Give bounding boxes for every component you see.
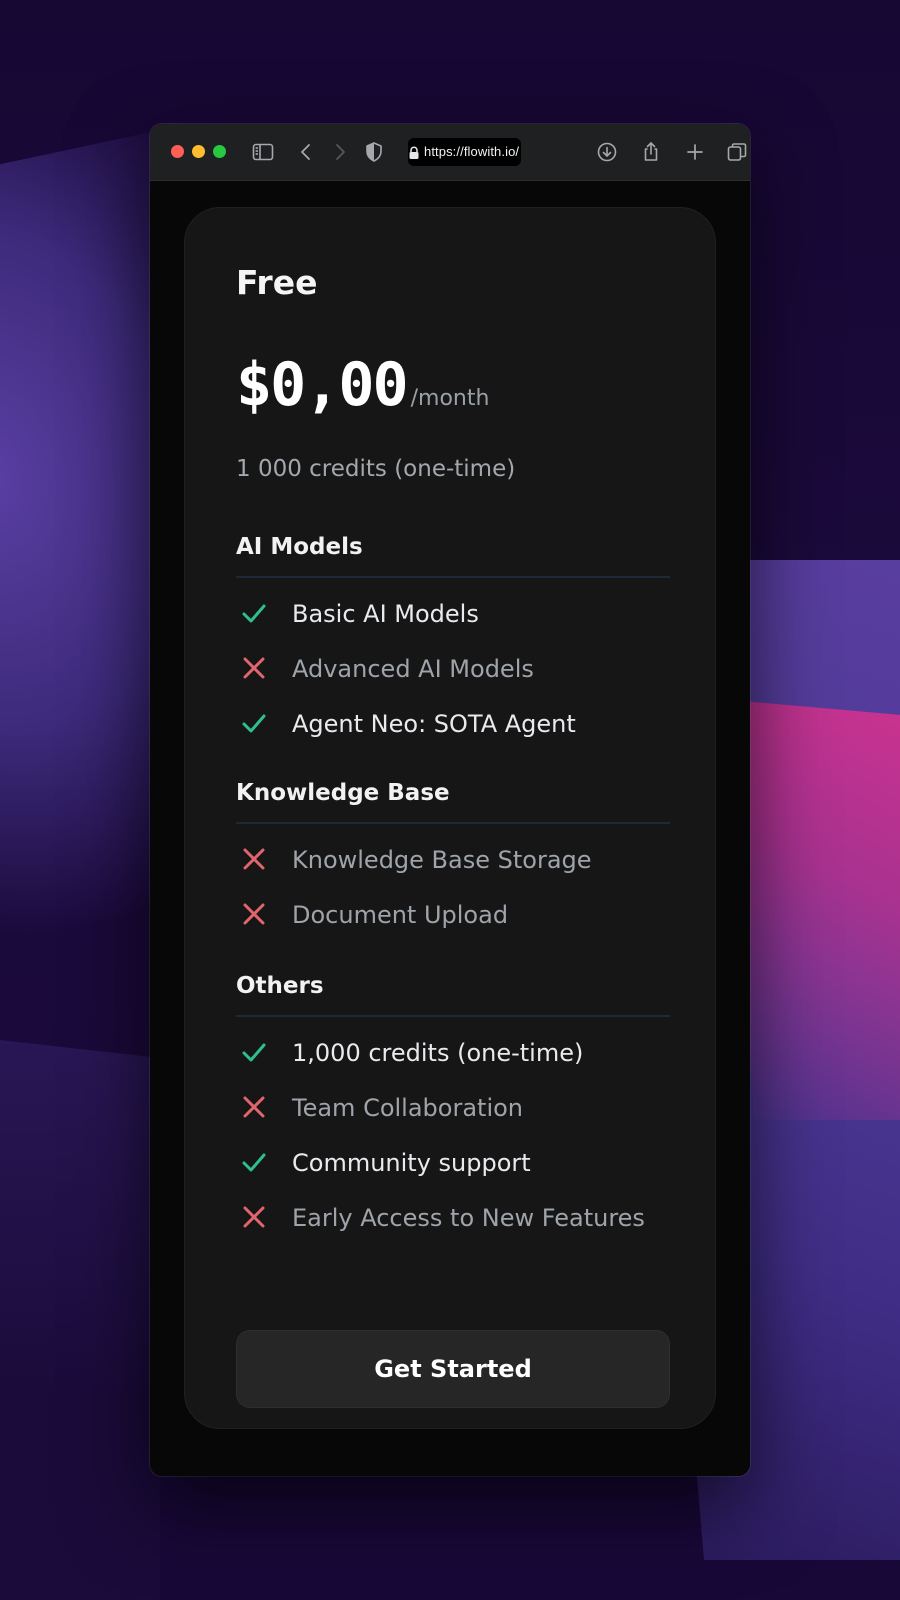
feature-label: Document Upload (292, 901, 509, 929)
tab-overview-icon[interactable] (725, 140, 749, 164)
get-started-button[interactable]: Get Started (236, 1330, 670, 1408)
sidebar-toggle-icon[interactable] (251, 140, 275, 164)
lock-icon (408, 145, 420, 159)
minimize-window-button[interactable] (192, 145, 205, 158)
get-started-label: Get Started (374, 1355, 532, 1383)
section-title-knowledge-base: Knowledge Base (236, 780, 450, 806)
feature-label: Team Collaboration (292, 1094, 524, 1122)
cross-icon (240, 654, 268, 682)
cross-icon (240, 1093, 268, 1121)
feature-item: Basic AI Models (236, 593, 670, 633)
plan-name: Free (236, 263, 318, 302)
feature-item: Early Access to New Features (236, 1197, 670, 1237)
share-icon[interactable] (639, 140, 663, 164)
browser-toolbar: https://flowith.io/ (150, 124, 750, 181)
plan-price: $0,00 (236, 350, 409, 420)
check-icon (240, 1038, 268, 1066)
feature-item: Knowledge Base Storage (236, 839, 670, 879)
check-icon (240, 599, 268, 627)
cross-icon (240, 900, 268, 928)
forward-arrow-icon[interactable] (328, 140, 352, 164)
price-row: $0,00/month (236, 350, 489, 420)
section-divider (236, 576, 670, 578)
feature-item: Community support (236, 1142, 670, 1182)
feature-item: Advanced AI Models (236, 648, 670, 688)
section-divider (236, 822, 670, 824)
feature-item: 1,000 credits (one-time) (236, 1032, 670, 1072)
feature-item: Team Collaboration (236, 1087, 670, 1127)
zoom-window-button[interactable] (213, 145, 226, 158)
feature-item: Agent Neo: SOTA Agent (236, 703, 670, 743)
cross-icon (240, 1203, 268, 1231)
address-bar[interactable]: https://flowith.io/ (408, 138, 521, 166)
cross-icon (240, 845, 268, 873)
feature-label: 1,000 credits (one-time) (292, 1039, 584, 1067)
feature-item: Document Upload (236, 894, 670, 934)
downloads-icon[interactable] (595, 140, 619, 164)
feature-label: Knowledge Base Storage (292, 846, 592, 874)
new-tab-icon[interactable] (683, 140, 707, 164)
feature-label: Basic AI Models (292, 600, 479, 628)
feature-label: Advanced AI Models (292, 655, 534, 683)
section-title-others: Others (236, 973, 324, 999)
check-icon (240, 1148, 268, 1176)
back-arrow-icon[interactable] (294, 140, 318, 164)
section-title-ai-models: AI Models (236, 534, 363, 560)
url-text: https://flowith.io/ (424, 144, 520, 159)
privacy-shield-icon[interactable] (362, 140, 386, 164)
feature-label: Agent Neo: SOTA Agent (292, 710, 576, 738)
pricing-card-free: Free $0,00/month 1 000 credits (one-time… (184, 207, 716, 1429)
feature-label: Early Access to New Features (292, 1204, 645, 1232)
check-icon (240, 709, 268, 737)
credits-summary: 1 000 credits (one-time) (236, 456, 516, 482)
price-period: /month (410, 386, 490, 411)
close-window-button[interactable] (171, 145, 184, 158)
section-divider (236, 1015, 670, 1017)
feature-label: Community support (292, 1149, 531, 1177)
